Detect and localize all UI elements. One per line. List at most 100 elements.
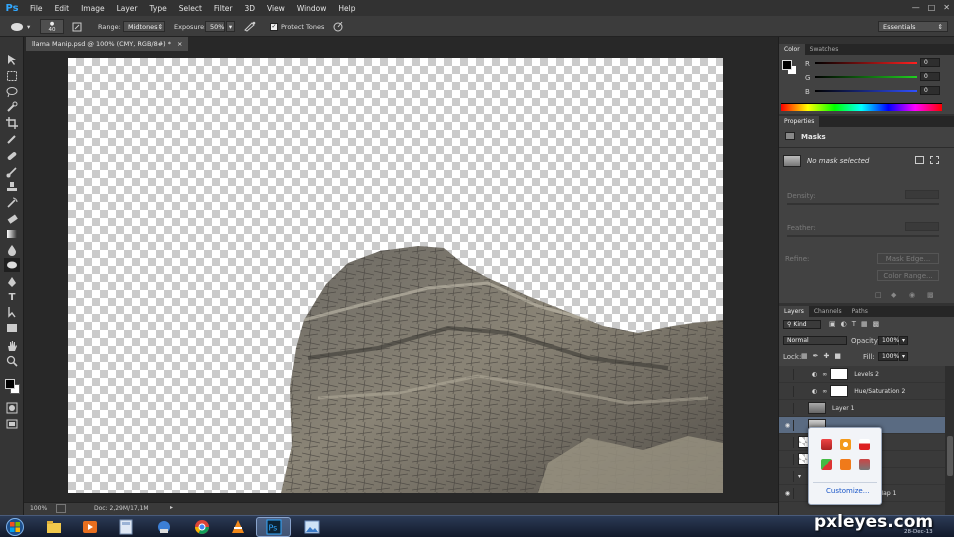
green-slider[interactable] [815, 76, 917, 78]
visibility-toggle[interactable] [782, 385, 794, 397]
filter-adjustment-icon[interactable]: ◐ [841, 320, 847, 328]
customize-link[interactable]: Customize... [826, 487, 869, 495]
fill-slider-toggle[interactable]: ▾ [899, 352, 908, 361]
tab-swatches[interactable]: Swatches [805, 44, 844, 55]
menu-file[interactable]: File [24, 4, 49, 13]
brush-panel-button[interactable] [72, 20, 82, 33]
fill-input[interactable]: 100% [878, 352, 899, 361]
status-menu-arrow-icon[interactable]: ▸ [170, 504, 173, 511]
tray-display-icon[interactable] [859, 459, 870, 470]
document-tab[interactable]: llama Manip.psd @ 100% (CMY, RGB/8#) * × [26, 37, 189, 51]
visibility-eye-icon[interactable]: ◉ [782, 419, 794, 431]
visibility-toggle[interactable] [782, 453, 794, 465]
menu-image[interactable]: Image [75, 4, 111, 13]
menu-filter[interactable]: Filter [208, 4, 239, 13]
menu-layer[interactable]: Layer [111, 4, 144, 13]
lock-pixels-icon[interactable]: ✒ [813, 352, 819, 360]
pixel-mask-icon[interactable] [915, 156, 924, 164]
opacity-input[interactable]: 100% [878, 336, 899, 345]
range-select[interactable]: Midtones ⇕ [123, 21, 165, 32]
start-button[interactable] [2, 517, 28, 537]
tray-user-icon[interactable] [859, 439, 870, 450]
zoom-tool[interactable] [4, 354, 20, 368]
close-icon[interactable]: ✕ [943, 3, 950, 12]
zoom-toggle-icon[interactable] [56, 504, 66, 513]
restore-icon[interactable]: □ [928, 3, 936, 12]
lasso-tool[interactable] [4, 85, 20, 99]
layer-row[interactable]: Layer 1 [779, 400, 945, 417]
vector-mask-icon[interactable] [930, 156, 939, 164]
healing-brush-tool[interactable] [4, 149, 20, 163]
close-tab-icon[interactable]: × [177, 40, 182, 48]
path-selection-tool[interactable] [4, 305, 20, 319]
taskbar-media-player[interactable] [72, 517, 107, 537]
visibility-eye-icon[interactable]: ◉ [782, 487, 794, 499]
tray-app-icon[interactable] [821, 439, 832, 450]
quick-selection-tool[interactable] [4, 100, 20, 114]
group-expand-arrow-icon[interactable]: ▾ [798, 473, 801, 480]
brush-tool[interactable] [4, 165, 20, 179]
eraser-tool[interactable] [4, 212, 20, 226]
color-spectrum-ramp[interactable] [781, 103, 942, 111]
workspace-select[interactable]: Essentials ⇕ [878, 21, 948, 32]
eyedropper-tool[interactable] [4, 132, 20, 146]
lock-position-icon[interactable]: ✚ [824, 352, 830, 360]
sponge-tool[interactable] [4, 258, 20, 272]
taskbar-vlc[interactable] [220, 517, 255, 537]
visibility-toggle[interactable] [782, 436, 794, 448]
rectangle-tool[interactable] [4, 321, 20, 335]
taskbar-image-viewer[interactable] [294, 517, 329, 537]
pressure-button[interactable] [332, 20, 344, 33]
taskbar-explorer[interactable] [36, 517, 71, 537]
color-swatches[interactable] [4, 377, 20, 397]
scrollbar-thumb[interactable] [947, 436, 953, 476]
exposure-slider-toggle[interactable]: ▾ [226, 21, 235, 32]
menu-select[interactable]: Select [173, 4, 208, 13]
taskbar-network[interactable] [146, 517, 181, 537]
taskbar-photoshop[interactable]: Ps [256, 517, 291, 537]
tab-color[interactable]: Color [779, 44, 805, 55]
move-tool[interactable] [4, 53, 20, 67]
document-canvas[interactable] [68, 58, 723, 493]
red-slider[interactable] [815, 62, 917, 64]
tab-channels[interactable]: Channels [809, 306, 847, 317]
lock-all-icon[interactable]: ■ [834, 352, 841, 360]
layers-scrollbar[interactable] [945, 366, 954, 515]
tray-media-icon[interactable] [840, 459, 851, 470]
tab-layers[interactable]: Layers [779, 306, 809, 317]
menu-help[interactable]: Help [332, 4, 361, 13]
taskbar-calculator[interactable] [108, 517, 143, 537]
pen-tool[interactable] [4, 275, 20, 289]
airbrush-button[interactable] [244, 20, 256, 33]
menu-3d[interactable]: 3D [238, 4, 261, 13]
crop-tool[interactable] [4, 116, 20, 130]
visibility-toggle[interactable] [782, 402, 794, 414]
layer-row[interactable]: ◐ ∞ Hue/Saturation 2 [779, 383, 945, 400]
visibility-toggle[interactable] [782, 470, 794, 482]
filter-smart-icon[interactable]: ▩ [873, 320, 880, 328]
tray-update-icon[interactable] [840, 439, 851, 450]
tray-network-icon[interactable] [821, 459, 832, 470]
exposure-input[interactable]: 50% [205, 21, 225, 32]
marquee-tool[interactable] [4, 69, 20, 83]
blue-slider[interactable] [815, 90, 917, 92]
menu-view[interactable]: View [261, 4, 291, 13]
screen-mode-button[interactable] [4, 417, 20, 431]
blend-mode-select[interactable]: Normal [783, 336, 847, 345]
brush-picker[interactable]: ● 40 [40, 19, 64, 34]
quick-mask-button[interactable] [4, 401, 20, 415]
gradient-tool[interactable] [4, 227, 20, 241]
visibility-toggle[interactable] [782, 368, 794, 380]
taskbar-chrome[interactable] [184, 517, 219, 537]
type-tool[interactable]: T [4, 290, 20, 304]
filter-shape-icon[interactable]: ▦ [861, 320, 868, 328]
tab-properties[interactable]: Properties [779, 116, 820, 127]
protect-tones-checkbox[interactable]: ✓ [270, 22, 278, 31]
minimize-icon[interactable]: — [912, 3, 920, 12]
menu-edit[interactable]: Edit [49, 4, 76, 13]
foreground-color[interactable] [5, 379, 15, 389]
hand-tool[interactable] [4, 339, 20, 353]
menu-window[interactable]: Window [291, 4, 333, 13]
opacity-slider-toggle[interactable]: ▾ [899, 336, 908, 345]
clone-stamp-tool[interactable] [4, 180, 20, 194]
